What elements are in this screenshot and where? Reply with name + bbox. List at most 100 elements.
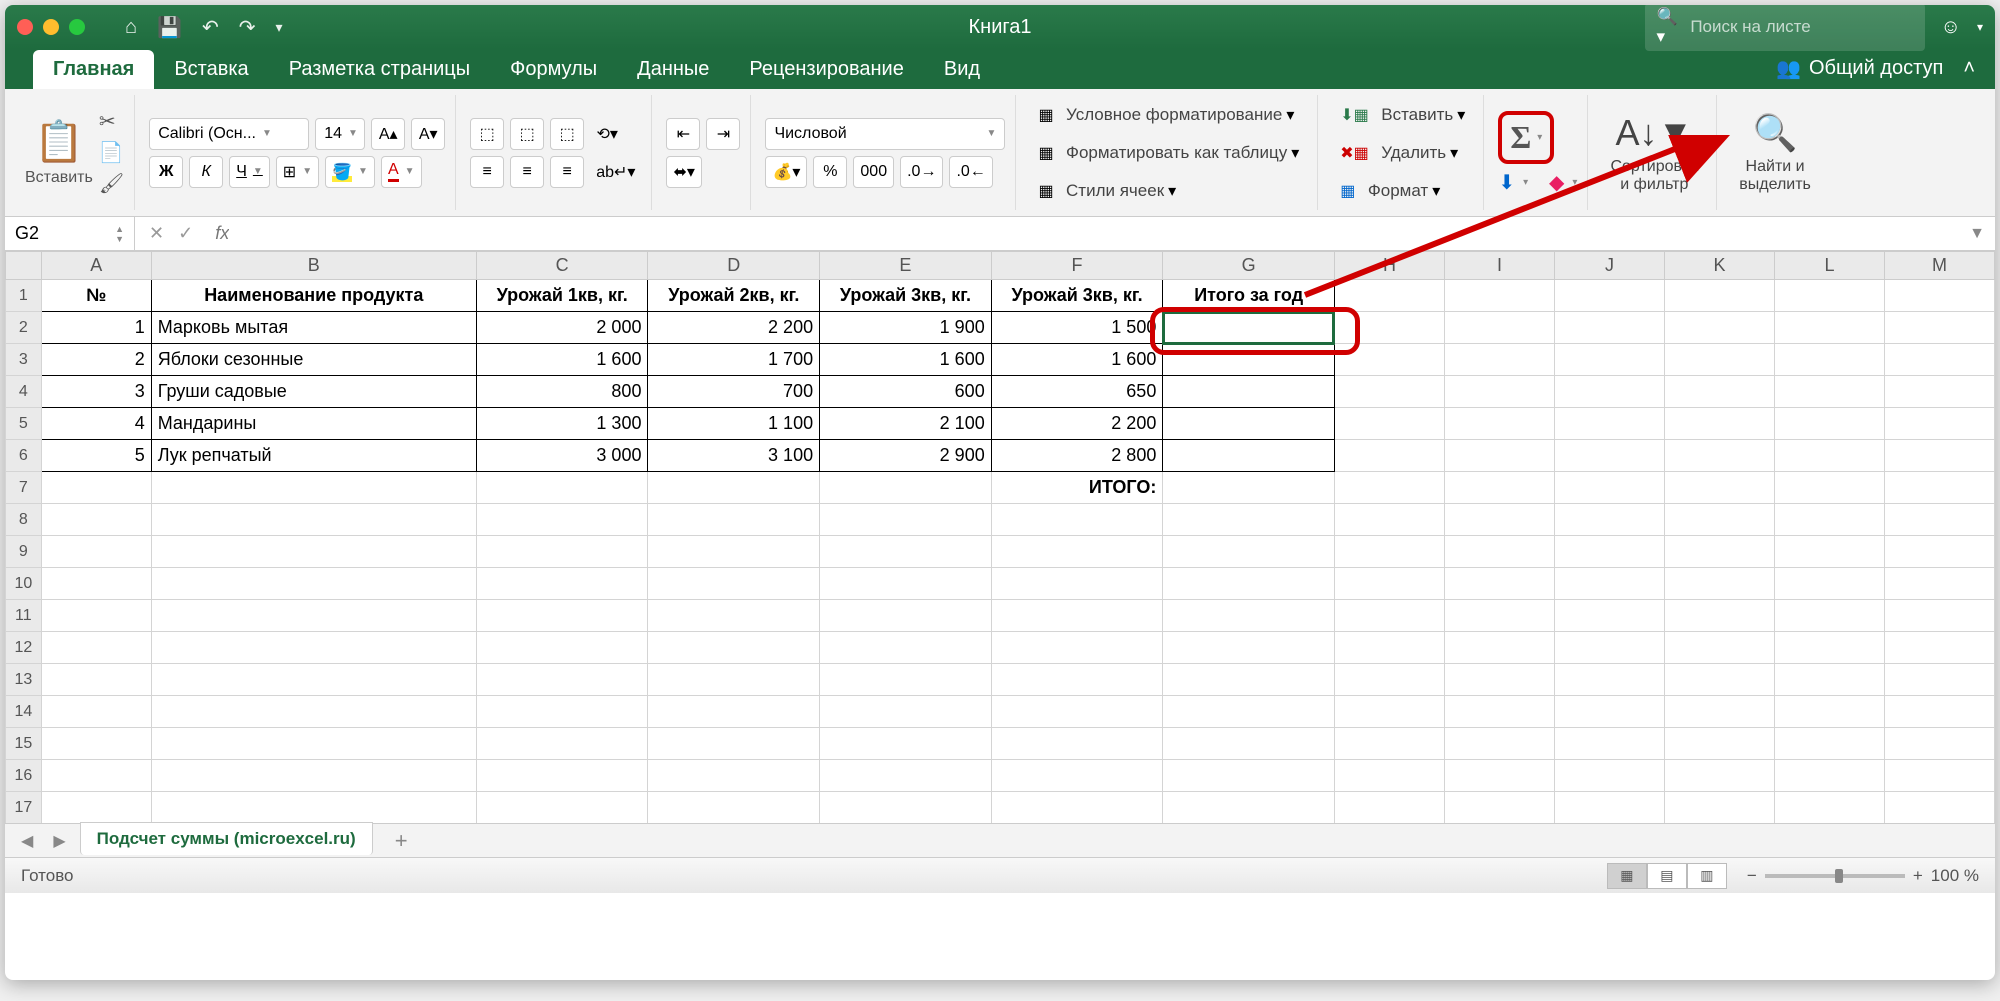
cell[interactable] xyxy=(151,504,476,536)
row-header[interactable]: 10 xyxy=(6,568,42,600)
tab-data[interactable]: Данные xyxy=(617,50,729,89)
cell[interactable] xyxy=(1884,568,1994,600)
row-header[interactable]: 2 xyxy=(6,312,42,344)
cell[interactable] xyxy=(476,600,648,632)
cell[interactable] xyxy=(1554,568,1664,600)
cell[interactable] xyxy=(1334,600,1444,632)
cell[interactable] xyxy=(1444,664,1554,696)
cell[interactable] xyxy=(820,792,992,824)
cell[interactable] xyxy=(1334,280,1444,312)
cell[interactable] xyxy=(1444,632,1554,664)
cell[interactable] xyxy=(1444,312,1554,344)
cell[interactable] xyxy=(1664,792,1774,824)
cell[interactable]: 700 xyxy=(648,376,820,408)
cell[interactable] xyxy=(1664,600,1774,632)
tab-view[interactable]: Вид xyxy=(924,50,1000,89)
cell[interactable] xyxy=(648,760,820,792)
cell[interactable] xyxy=(991,600,1163,632)
align-middle-button[interactable]: ⬚ xyxy=(510,118,544,150)
col-header-A[interactable]: A xyxy=(41,252,151,280)
align-right-button[interactable]: ≡ xyxy=(550,156,584,188)
qat-customize-icon[interactable]: ▾ xyxy=(276,19,283,36)
cell[interactable] xyxy=(820,696,992,728)
cell[interactable]: 5 xyxy=(41,440,151,472)
cell[interactable]: Урожай 3кв, кг. xyxy=(820,280,992,312)
cell[interactable] xyxy=(648,664,820,696)
col-header-I[interactable]: I xyxy=(1444,252,1554,280)
cell[interactable] xyxy=(1334,344,1444,376)
sheet-tab[interactable]: Подсчет суммы (microexcel.ru) xyxy=(80,822,373,855)
cell[interactable] xyxy=(1444,536,1554,568)
cell[interactable]: Груши садовые xyxy=(151,376,476,408)
sheet-next-button[interactable]: ▶ xyxy=(47,831,71,851)
number-format-select[interactable]: Числовой▼ xyxy=(765,118,1005,150)
cell[interactable] xyxy=(151,600,476,632)
cell[interactable] xyxy=(476,472,648,504)
row-header[interactable]: 8 xyxy=(6,504,42,536)
cell[interactable] xyxy=(1774,440,1884,472)
cell[interactable]: 600 xyxy=(820,376,992,408)
row-header[interactable]: 15 xyxy=(6,728,42,760)
undo-icon[interactable]: ↶ xyxy=(202,15,219,40)
add-sheet-button[interactable]: + xyxy=(381,828,422,854)
cell[interactable] xyxy=(648,600,820,632)
cell[interactable] xyxy=(1664,760,1774,792)
row-header[interactable]: 17 xyxy=(6,792,42,824)
cell[interactable] xyxy=(151,696,476,728)
cell[interactable] xyxy=(151,792,476,824)
format-painter-icon[interactable]: 🖌 xyxy=(99,171,124,196)
row-header[interactable]: 6 xyxy=(6,440,42,472)
zoom-out-button[interactable]: − xyxy=(1747,866,1757,886)
cell[interactable] xyxy=(41,760,151,792)
col-header-G[interactable]: G xyxy=(1163,252,1335,280)
cell[interactable] xyxy=(1163,632,1335,664)
cell[interactable] xyxy=(151,728,476,760)
cell[interactable] xyxy=(648,728,820,760)
tab-insert[interactable]: Вставка xyxy=(154,50,268,89)
expand-formula-bar-icon[interactable]: ▼ xyxy=(1959,225,1995,243)
cell[interactable]: 3 000 xyxy=(476,440,648,472)
cell[interactable] xyxy=(1163,408,1335,440)
cell[interactable] xyxy=(1554,440,1664,472)
fill-color-button[interactable]: 🪣▼ xyxy=(325,156,375,188)
cell[interactable] xyxy=(1444,472,1554,504)
cell[interactable] xyxy=(1774,760,1884,792)
cell[interactable] xyxy=(1664,472,1774,504)
cell[interactable]: 3 xyxy=(41,376,151,408)
align-left-button[interactable]: ≡ xyxy=(470,156,504,188)
cell[interactable] xyxy=(991,760,1163,792)
sort-filter-button[interactable]: A↓▼ Сортировка и фильтр xyxy=(1602,108,1706,198)
cell[interactable] xyxy=(151,760,476,792)
cell[interactable] xyxy=(41,536,151,568)
col-header-C[interactable]: C xyxy=(476,252,648,280)
cell[interactable] xyxy=(1334,376,1444,408)
cell[interactable] xyxy=(648,632,820,664)
cell[interactable] xyxy=(1554,504,1664,536)
cell[interactable] xyxy=(1444,696,1554,728)
cell[interactable] xyxy=(1774,344,1884,376)
cell[interactable]: Лук репчатый xyxy=(151,440,476,472)
row-header[interactable]: 4 xyxy=(6,376,42,408)
cell[interactable] xyxy=(1774,312,1884,344)
cell[interactable] xyxy=(1884,696,1994,728)
cell[interactable] xyxy=(1664,728,1774,760)
cell[interactable] xyxy=(1554,408,1664,440)
row-header[interactable]: 12 xyxy=(6,632,42,664)
cell[interactable] xyxy=(1554,536,1664,568)
cell[interactable] xyxy=(1774,408,1884,440)
cell[interactable] xyxy=(1884,664,1994,696)
redo-icon[interactable]: ↷ xyxy=(239,15,256,40)
cell[interactable] xyxy=(1444,792,1554,824)
cell[interactable] xyxy=(1884,600,1994,632)
cell[interactable] xyxy=(1554,792,1664,824)
fx-label[interactable]: fx xyxy=(207,223,229,244)
cell[interactable] xyxy=(820,472,992,504)
cell[interactable] xyxy=(1664,344,1774,376)
tab-formulas[interactable]: Формулы xyxy=(490,50,617,89)
cell[interactable] xyxy=(1774,536,1884,568)
cell[interactable] xyxy=(1334,472,1444,504)
cell[interactable] xyxy=(1884,728,1994,760)
cell[interactable] xyxy=(1664,376,1774,408)
cell[interactable] xyxy=(1884,760,1994,792)
cell[interactable] xyxy=(1554,312,1664,344)
